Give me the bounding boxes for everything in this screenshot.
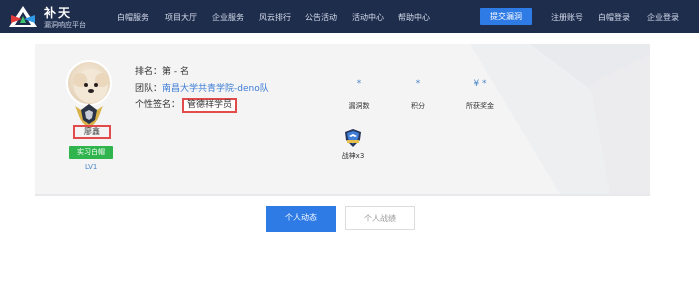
brand-name: 补天 bbox=[44, 6, 73, 20]
stat-bounty: ¥ * 所获奖金 bbox=[455, 79, 505, 111]
battle-shield-icon bbox=[345, 129, 361, 147]
submit-vulnerability-button[interactable]: 提交漏洞 bbox=[480, 8, 532, 25]
nav-item-rankings[interactable]: 风云排行 bbox=[259, 12, 291, 23]
nickname: 廖鑫 bbox=[73, 125, 111, 139]
tab-personal-activity[interactable]: 个人动态 bbox=[266, 206, 336, 230]
top-nav: 补天 漏洞响应平台 白帽服务 项目大厅 企业服务 风云排行 公告活动 活动中心 … bbox=[0, 0, 699, 33]
nav-item-help-center[interactable]: 帮助中心 bbox=[398, 12, 430, 23]
nav-item-announcements[interactable]: 公告活动 bbox=[305, 12, 337, 23]
rank-prefix: 排名： bbox=[135, 67, 163, 77]
battle-achievement[interactable]: 战神x3 bbox=[335, 128, 371, 161]
team-prefix: 团队： bbox=[135, 84, 163, 94]
avatar-group bbox=[65, 60, 113, 130]
enterprise-login-link[interactable]: 企业登录 bbox=[647, 12, 679, 23]
team-line: 团队：南昌大学共青学院-deno队 bbox=[135, 81, 269, 94]
nav-item-activity-center[interactable]: 活动中心 bbox=[352, 12, 384, 23]
signature-line: 个性签名： 管德祥学员 bbox=[135, 97, 238, 113]
battle-label: 战神x3 bbox=[341, 152, 365, 160]
stat-vulnerabilities: * 漏洞数 bbox=[334, 79, 384, 111]
rank-value: 第 - 名 bbox=[162, 67, 189, 77]
signature-value: 管德祥学员 bbox=[182, 98, 238, 113]
stat-label: 所获奖金 bbox=[466, 102, 494, 110]
team-link[interactable]: 南昌大学共青学院-deno队 bbox=[162, 84, 269, 94]
register-link[interactable]: 注册账号 bbox=[551, 12, 583, 23]
level-label: LV1 bbox=[85, 163, 98, 171]
whitehat-login-link[interactable]: 白帽登录 bbox=[598, 12, 630, 23]
site-logo[interactable]: 补天 漏洞响应平台 bbox=[8, 3, 128, 31]
stat-label: 漏洞数 bbox=[348, 102, 370, 110]
nav-item-whitehat-services[interactable]: 白帽服务 bbox=[117, 12, 149, 23]
nav-item-enterprise-services[interactable]: 企业服务 bbox=[212, 12, 244, 23]
signature-prefix: 个性签名： bbox=[135, 100, 181, 110]
brand-subtitle: 漏洞响应平台 bbox=[44, 21, 86, 29]
stat-points: * 积分 bbox=[393, 79, 443, 111]
intern-whitehat-badge: 实习白帽 bbox=[69, 146, 113, 159]
stat-label: 积分 bbox=[411, 102, 425, 110]
stat-value: * bbox=[415, 79, 421, 89]
stat-value: * bbox=[356, 79, 362, 89]
rank-line: 排名：第 - 名 bbox=[135, 64, 189, 77]
card-divider bbox=[35, 194, 650, 196]
nav-item-project-hall[interactable]: 项目大厅 bbox=[165, 12, 197, 23]
background-pattern bbox=[470, 44, 650, 194]
stat-value: ¥ * bbox=[473, 79, 487, 89]
active-tab-indicator bbox=[266, 230, 336, 232]
profile-card: 廖鑫 实习白帽 LV1 排名：第 - 名 团队：南昌大学共青学院-deno队 个… bbox=[35, 44, 650, 196]
tab-personal-record[interactable]: 个人战绩 bbox=[345, 206, 415, 230]
logo-icon bbox=[9, 6, 37, 27]
